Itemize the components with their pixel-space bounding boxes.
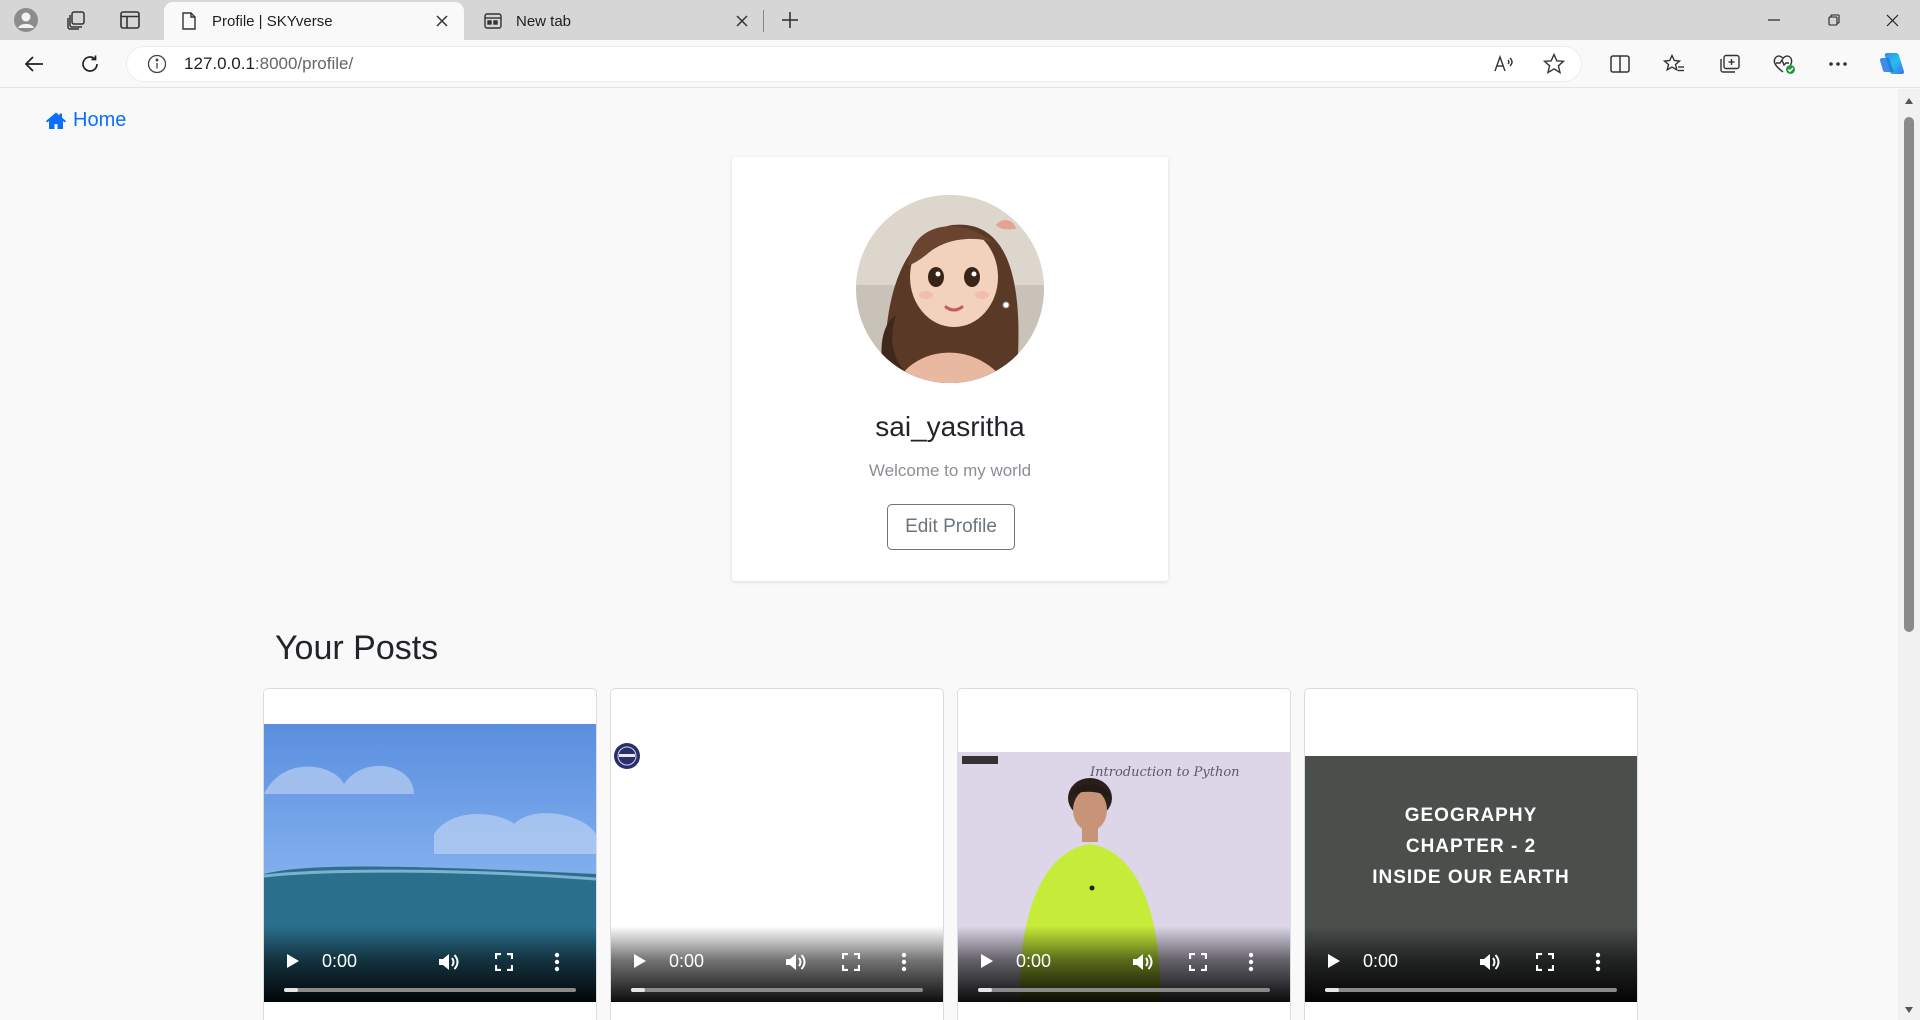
home-link[interactable]: Home — [45, 109, 126, 132]
post-card: 0:00 — [610, 688, 944, 1020]
progress-fill — [631, 988, 645, 992]
edit-profile-button[interactable]: Edit Profile — [887, 504, 1015, 550]
post-card: GEOGRAPHY CHAPTER - 2 INSIDE OUR EARTH 0… — [1304, 688, 1638, 1020]
profile-bio: Welcome to my world — [868, 461, 1032, 480]
url-text: 127.0.0.1:8000/profile/ — [184, 54, 353, 74]
url-path: :8000/profile/ — [254, 54, 354, 73]
vertical-tabs-icon[interactable] — [114, 5, 146, 35]
video-progress[interactable] — [631, 988, 923, 992]
profile-icon[interactable] — [10, 5, 42, 35]
video-title-line: INSIDE OUR EARTH — [1372, 867, 1570, 888]
fullscreen-icon[interactable] — [492, 950, 516, 974]
video-title-line: GEOGRAPHY — [1404, 805, 1538, 826]
volume-icon[interactable] — [1477, 950, 1503, 974]
home-label: Home — [73, 109, 127, 131]
new-tab-button[interactable] — [774, 5, 806, 35]
scrollbar-thumb[interactable] — [1904, 117, 1914, 632]
tab-new-tab[interactable]: New tab — [468, 2, 764, 40]
post-video[interactable]: 0:00 — [264, 724, 596, 1002]
new-tab-page-icon — [482, 10, 504, 32]
read-aloud-icon[interactable] — [1488, 48, 1520, 80]
profile-username: sai_yasritha — [875, 411, 1025, 442]
more-icon[interactable] — [550, 950, 564, 974]
video-progress[interactable] — [1325, 988, 1617, 992]
video-time: 0:00 — [322, 950, 358, 971]
browser-titlebar: Profile | SKYverse New tab — [0, 0, 1920, 40]
progress-fill — [1325, 988, 1339, 992]
workspaces-icon[interactable] — [60, 5, 92, 35]
profile-avatar — [856, 195, 1044, 383]
address-bar[interactable]: 127.0.0.1:8000/profile/ — [126, 46, 1582, 82]
volume-icon[interactable] — [1130, 950, 1156, 974]
post-card: Introduction to Python 0:00 — [957, 688, 1291, 1020]
page-scrollbar[interactable] — [1898, 89, 1920, 1020]
video-time: 0:00 — [1363, 950, 1399, 971]
board-text: Introduction to Python — [1089, 765, 1240, 780]
video-controls: 0:00 — [958, 926, 1290, 1002]
volume-icon[interactable] — [783, 950, 809, 974]
play-icon[interactable] — [629, 950, 651, 972]
page-icon — [178, 10, 200, 32]
play-icon[interactable] — [282, 950, 304, 972]
more-options-icon[interactable] — [1820, 48, 1856, 80]
video-controls: 0:00 — [1305, 926, 1637, 1002]
fullscreen-icon[interactable] — [839, 950, 863, 974]
video-time: 0:00 — [1016, 950, 1052, 971]
progress-fill — [284, 988, 298, 992]
post-video[interactable]: Introduction to Python 0:00 — [958, 752, 1290, 1002]
profile-card: sai_yasritha Welcome to my world Edit Pr… — [732, 157, 1168, 581]
fullscreen-icon[interactable] — [1186, 950, 1210, 974]
tab-title: New tab — [516, 12, 572, 30]
video-title-line: CHAPTER - 2 — [1405, 836, 1537, 857]
video-progress[interactable] — [284, 988, 576, 992]
browser-essentials-icon[interactable] — [1766, 48, 1802, 80]
browser-toolbar: 127.0.0.1:8000/profile/ — [0, 40, 1920, 88]
page-content: Home sai_yasritha Welcome to my world Ed… — [0, 89, 1898, 1020]
more-icon[interactable] — [1244, 950, 1258, 974]
progress-fill — [978, 988, 992, 992]
post-video[interactable]: 0:00 — [611, 724, 943, 1002]
more-icon[interactable] — [1591, 950, 1605, 974]
tab-title: Profile | SKYverse — [212, 12, 333, 30]
close-window-button[interactable] — [1864, 0, 1920, 40]
home-icon — [45, 111, 67, 131]
site-info-icon[interactable] — [146, 53, 168, 75]
copilot-icon[interactable] — [1874, 48, 1910, 80]
video-time: 0:00 — [669, 950, 705, 971]
post-video[interactable]: GEOGRAPHY CHAPTER - 2 INSIDE OUR EARTH 0… — [1305, 756, 1637, 1002]
volume-icon[interactable] — [436, 950, 462, 974]
video-progress[interactable] — [978, 988, 1270, 992]
fullscreen-icon[interactable] — [1533, 950, 1557, 974]
play-icon[interactable] — [976, 950, 998, 972]
favorite-star-icon[interactable] — [1538, 48, 1570, 80]
restore-button[interactable] — [1806, 0, 1862, 40]
favorites-icon[interactable] — [1656, 48, 1692, 80]
play-icon[interactable] — [1323, 950, 1345, 972]
video-title-text: GEOGRAPHY CHAPTER - 2 INSIDE OUR EARTH — [1305, 800, 1637, 893]
minimize-button[interactable] — [1746, 0, 1802, 40]
video-controls: 0:00 — [264, 926, 596, 1002]
scroll-down-icon[interactable] — [1903, 1004, 1915, 1016]
url-host: 127.0.0.1 — [184, 54, 255, 73]
tab-separator — [763, 10, 764, 32]
scroll-up-icon[interactable] — [1903, 95, 1915, 107]
close-tab-icon[interactable] — [428, 7, 456, 35]
video-controls: 0:00 — [611, 926, 943, 1002]
more-icon[interactable] — [897, 950, 911, 974]
reload-button[interactable] — [72, 48, 108, 80]
back-button[interactable] — [16, 48, 52, 80]
post-card: 0:00 — [263, 688, 597, 1020]
split-screen-icon[interactable] — [1602, 48, 1638, 80]
posts-heading: Your Posts — [275, 629, 439, 667]
collections-icon[interactable] — [1712, 48, 1748, 80]
close-tab-icon[interactable] — [728, 7, 756, 35]
tab-profile[interactable]: Profile | SKYverse — [164, 2, 464, 40]
